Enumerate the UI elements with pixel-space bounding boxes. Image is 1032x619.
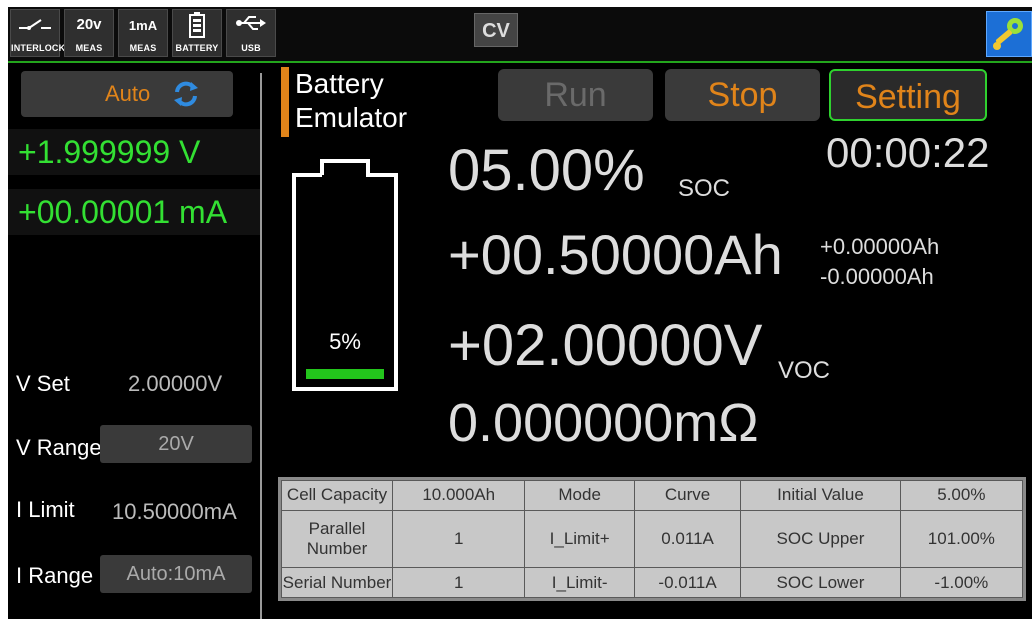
v-set-label: V Set bbox=[16, 371, 70, 396]
table-cell[interactable]: 1 bbox=[391, 509, 526, 569]
parameter-table: Cell Capacity 10.000Ah Mode Curve Initial Va… bbox=[278, 477, 1026, 601]
capacity-minus: -0.00000Ah bbox=[820, 264, 934, 289]
wrench-gear-icon bbox=[993, 18, 1023, 50]
table-cell: Mode bbox=[524, 480, 635, 511]
battery-outline-icon bbox=[292, 159, 398, 391]
stop-button[interactable]: Stop bbox=[665, 69, 820, 121]
v-range-select[interactable]: 20V bbox=[100, 425, 252, 463]
voc-label: VOC bbox=[778, 357, 831, 384]
usb-icon bbox=[227, 14, 275, 36]
table-cell: Initial Value bbox=[740, 480, 901, 511]
battery-button[interactable]: BATTERY bbox=[172, 9, 222, 57]
cv-mode-badge: CV bbox=[474, 13, 518, 47]
interlock-label: INTERLOCK bbox=[11, 43, 66, 53]
battery-label: BATTERY bbox=[175, 43, 219, 53]
table-cell: I_Limit- bbox=[524, 567, 635, 598]
voltage-range-value: 20v bbox=[76, 16, 102, 33]
status-bar: INTERLOCK 20v MEAS 1mA MEAS BATTERY USB … bbox=[8, 7, 1032, 63]
i-limit-value[interactable]: 10.50000mA bbox=[112, 499, 237, 525]
run-button[interactable]: Run bbox=[498, 69, 653, 121]
capacity-value: +00.50000Ah bbox=[448, 223, 783, 286]
table-cell: Cell Capacity bbox=[281, 480, 393, 511]
capacity-delta: +0.00000Ah -0.00000Ah bbox=[820, 232, 939, 292]
voltage-meas-button[interactable]: 20v MEAS bbox=[64, 9, 114, 57]
voltage-meas-label: MEAS bbox=[75, 43, 103, 53]
soc-value: 05.00% bbox=[448, 138, 645, 203]
battery-gauge: 5% bbox=[290, 157, 400, 393]
table-cell[interactable]: 10.000Ah bbox=[391, 480, 526, 511]
title-line-1: Battery bbox=[295, 68, 384, 99]
i-limit-label: I Limit bbox=[16, 497, 75, 522]
v-set-value[interactable]: 2.00000V bbox=[128, 371, 222, 397]
title-line-2: Emulator bbox=[295, 102, 408, 133]
auto-label: Auto bbox=[105, 81, 151, 106]
table-row: Serial Number 1 I_Limit- -0.011A SOC Lower -1… bbox=[281, 567, 1024, 598]
i-range-select[interactable]: Auto:10mA bbox=[100, 555, 252, 593]
auto-range-button[interactable]: Auto bbox=[21, 71, 233, 117]
table-row: Cell Capacity 10.000Ah Mode Curve Initial Va… bbox=[281, 480, 1024, 511]
table-cell: Serial Number bbox=[281, 567, 393, 598]
table-cell[interactable]: Curve bbox=[633, 480, 742, 511]
table-cell: SOC Upper bbox=[740, 509, 901, 569]
table-cell[interactable]: 5.00% bbox=[899, 480, 1024, 511]
elapsed-timer: 00:00:22 bbox=[826, 129, 990, 176]
refresh-icon bbox=[174, 81, 198, 107]
interlock-button[interactable]: INTERLOCK bbox=[10, 9, 66, 57]
resistance-value: 0.000000mΩ bbox=[448, 393, 759, 453]
battery-level-bar bbox=[306, 369, 384, 379]
soc-label: SOC bbox=[678, 175, 731, 202]
current-meas-label: MEAS bbox=[129, 43, 157, 53]
table-cell: Parallel Number bbox=[281, 509, 393, 569]
current-meas-button[interactable]: 1mA MEAS bbox=[118, 9, 168, 57]
table-cell: I_Limit+ bbox=[524, 509, 635, 569]
table-cell[interactable]: 1 bbox=[391, 567, 526, 598]
table-cell[interactable]: 101.00% bbox=[899, 509, 1024, 569]
battery-percent: 5% bbox=[329, 329, 361, 354]
current-readout: +00.00001 mA bbox=[8, 189, 260, 235]
setting-button[interactable]: Setting bbox=[829, 69, 987, 121]
i-range-label: I Range bbox=[16, 563, 94, 588]
tools-button[interactable] bbox=[986, 11, 1032, 57]
v-range-label: V Range bbox=[16, 435, 102, 460]
usb-label: USB bbox=[241, 43, 261, 53]
left-panel: Auto +1.999999 V +00.00001 mA V Set 2.00… bbox=[8, 63, 260, 619]
title-accent bbox=[281, 67, 289, 137]
voltage-readout: +1.999999 V bbox=[8, 129, 260, 175]
panel-divider bbox=[260, 73, 262, 619]
switch-icon bbox=[11, 16, 59, 36]
usb-button[interactable]: USB bbox=[226, 9, 276, 57]
page-title: Battery Emulator bbox=[295, 67, 407, 135]
instrument-screen: INTERLOCK 20v MEAS 1mA MEAS BATTERY USB … bbox=[8, 7, 1032, 619]
current-range-value: 1mA bbox=[128, 18, 158, 33]
table-cell[interactable]: 0.011A bbox=[633, 509, 742, 569]
battery-icon bbox=[173, 12, 221, 42]
table-cell[interactable]: -1.00% bbox=[899, 567, 1024, 598]
table-cell[interactable]: -0.011A bbox=[633, 567, 742, 598]
voc-value: +02.00000V bbox=[448, 313, 763, 378]
table-row: Parallel Number 1 I_Limit+ 0.011A SOC Upper 1… bbox=[281, 509, 1024, 569]
capacity-plus: +0.00000Ah bbox=[820, 234, 940, 259]
table-cell: SOC Lower bbox=[740, 567, 901, 598]
